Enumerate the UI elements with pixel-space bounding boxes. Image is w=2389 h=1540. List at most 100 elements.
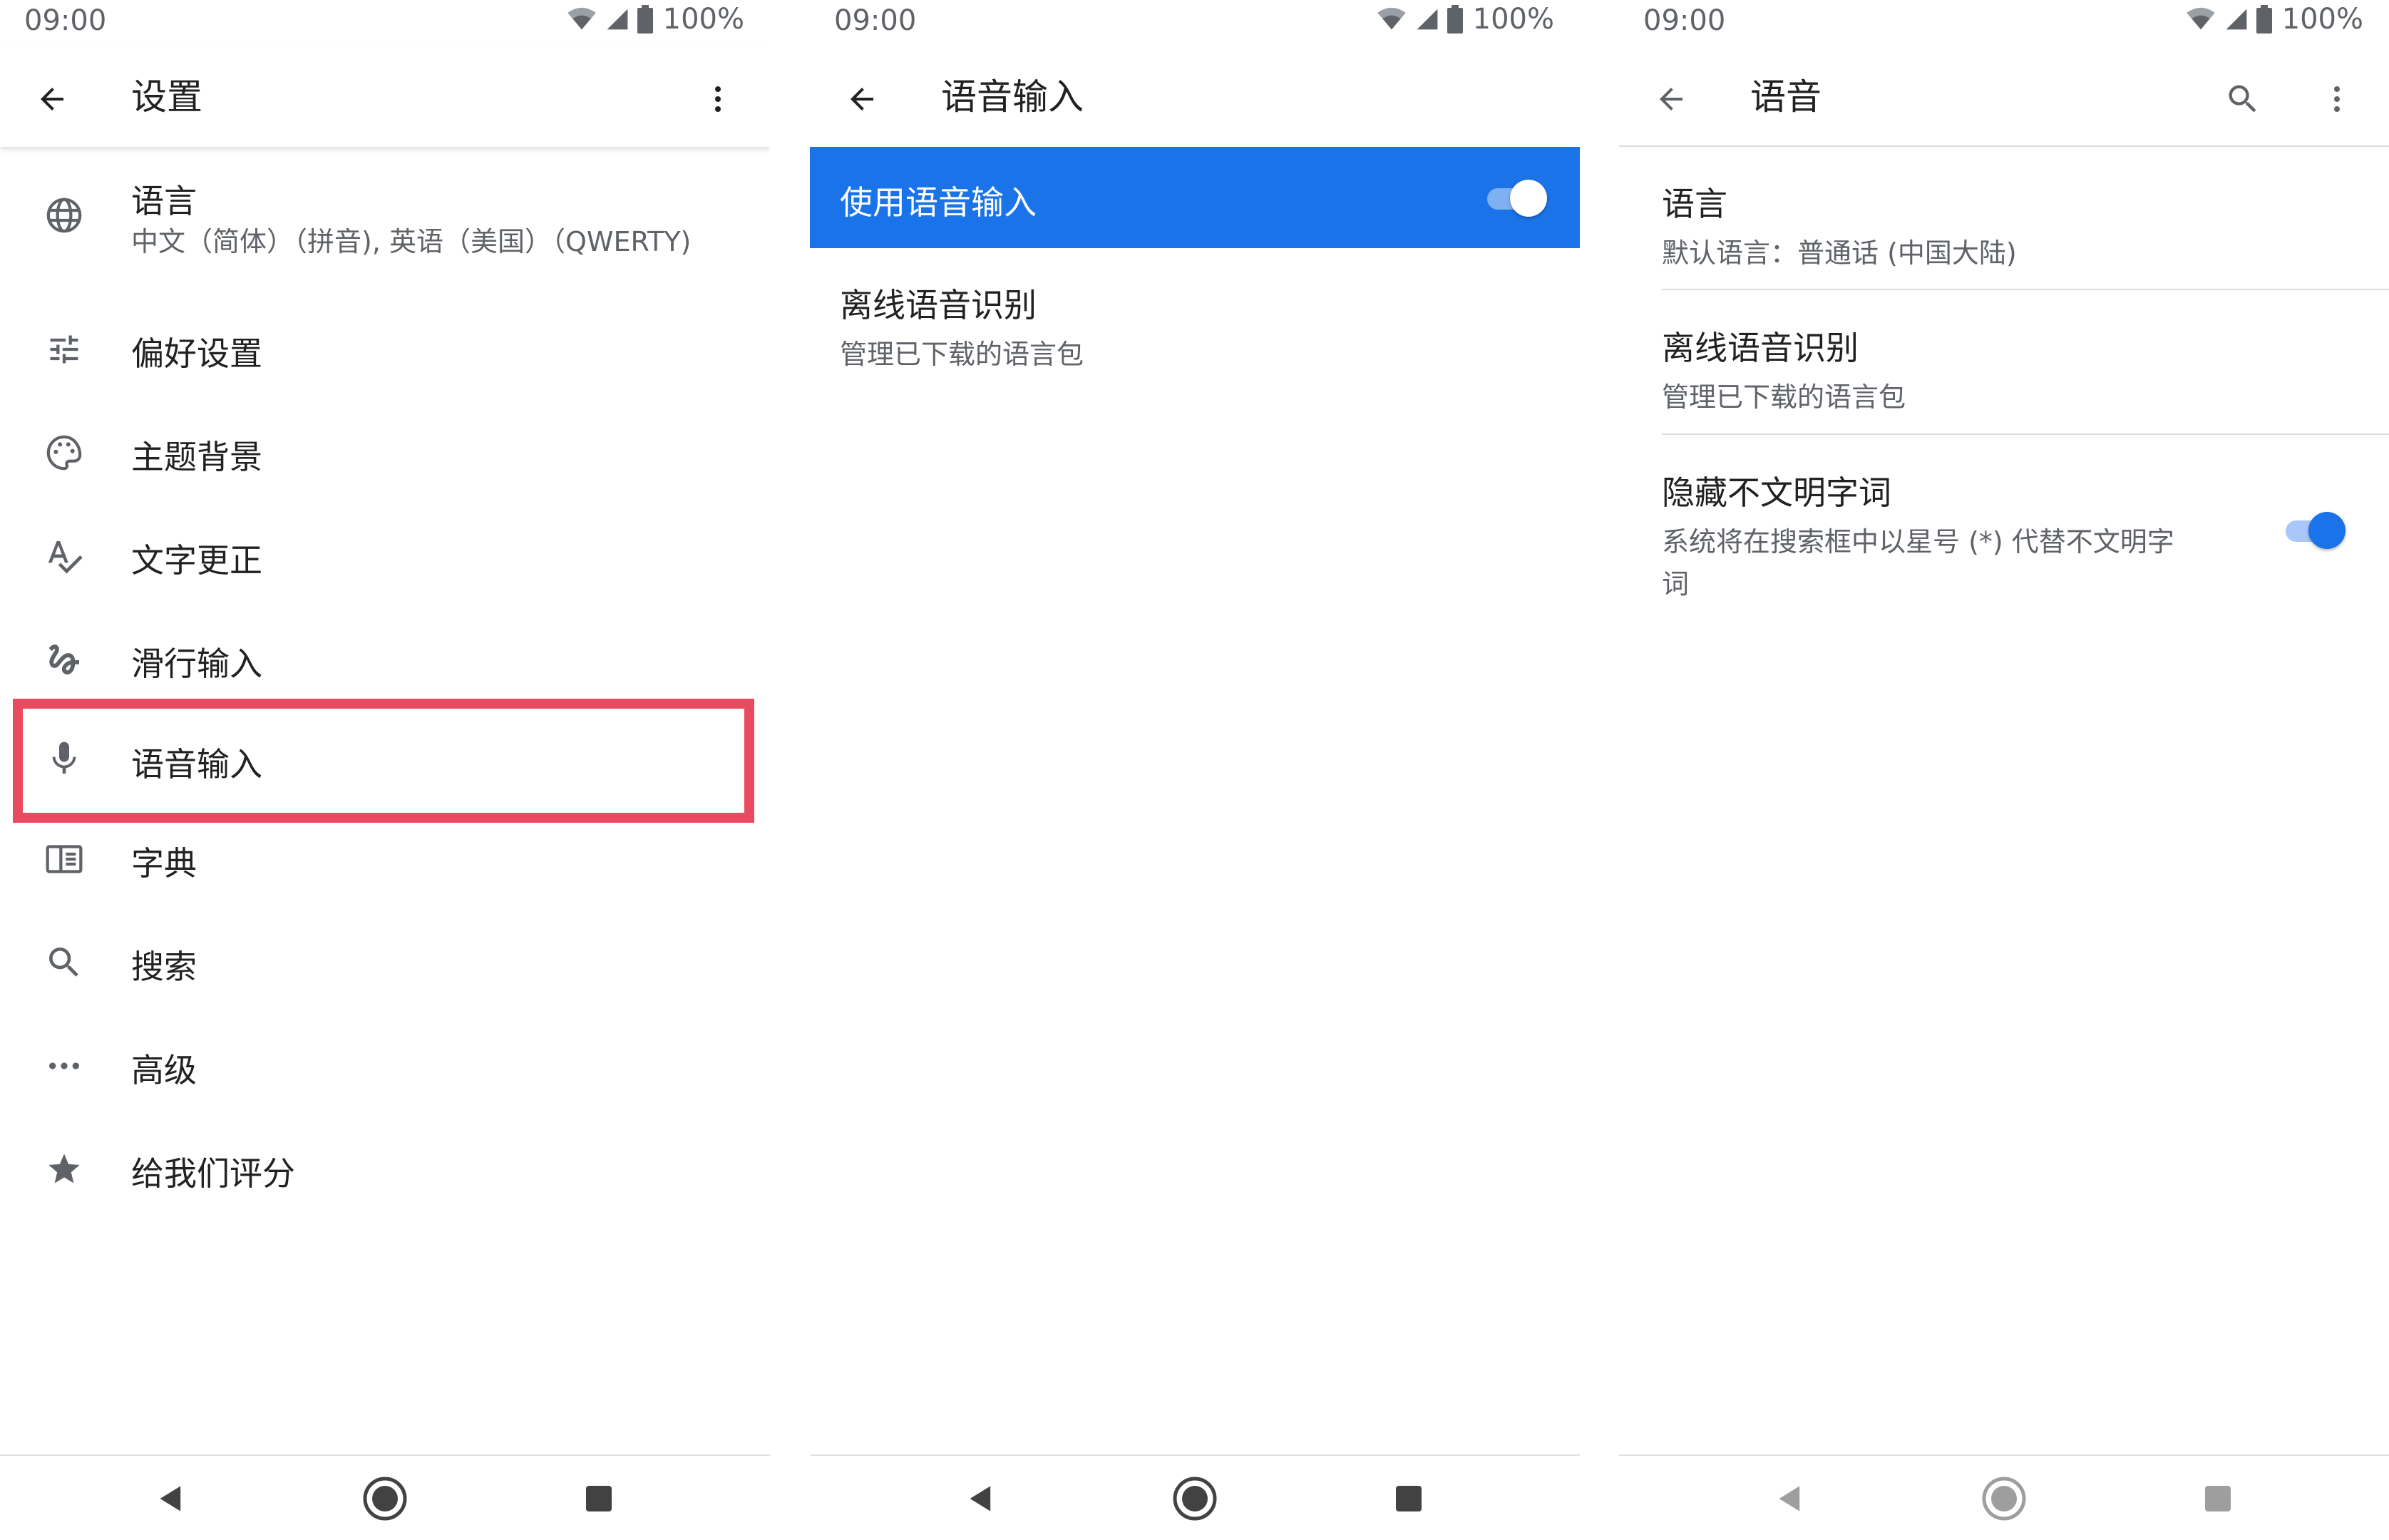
divider [1662,433,2389,435]
settings-item-preferences[interactable]: 偏好设置 [0,314,770,385]
settings-item-glide-typing[interactable]: 滑行输入 [0,624,770,695]
overflow-menu-button[interactable] [2312,74,2362,124]
signal-icon [1417,9,1438,30]
settings-item-title: 高级 [131,1051,197,1089]
battery-icon [637,5,653,34]
settings-item-title: 主题背景 [131,438,262,476]
tune-icon [43,328,86,371]
nav-recents-icon [1396,1486,1422,1511]
settings-item-advanced[interactable]: 高级 [0,1030,770,1102]
voice-panel: 09:00 100% 语音 语言 默认语言：普通话 (中国大陆) 离线语音识别 … [1619,0,2389,1540]
item-subtitle: 默认语言：普通话 (中国大陆) [1662,237,2017,269]
highlight-box [13,699,754,823]
battery-icon [2256,5,2272,34]
use-voice-input-toggle[interactable] [1481,177,1547,220]
signal-icon [2226,9,2247,30]
page-title: 语音 [1750,76,1822,118]
gesture-icon [43,638,86,681]
nav-recents-button[interactable] [2189,1470,2246,1527]
spellcheck-icon [43,535,86,578]
nav-recents-button[interactable] [570,1470,627,1527]
nav-home-icon [1982,1477,2026,1521]
status-time: 09:00 [1643,4,1726,37]
arrow-back-icon [1660,88,1682,111]
settings-item-rate-us[interactable]: 给我们评分 [0,1134,770,1205]
settings-item-theme[interactable]: 主题背景 [0,417,770,488]
item-title: 语言 [1662,185,1727,223]
nav-home-icon [1173,1477,1217,1521]
more-vert-icon [715,86,721,112]
status-bar: 09:00 100% [1619,0,2389,44]
use-voice-input-label: 使用语音输入 [840,183,1037,222]
offline-speech-recognition-item[interactable]: 离线语音识别 管理已下载的语言包 [840,279,1084,371]
nav-back-icon [160,1486,181,1511]
back-button[interactable] [1646,74,1696,124]
offline-speech-recognition-item[interactable]: 离线语音识别 管理已下载的语言包 [1662,322,1906,414]
battery-percent: 100% [2281,3,2363,36]
search-button[interactable] [2218,74,2268,124]
wifi-icon [567,7,596,30]
back-button[interactable] [837,74,887,124]
nav-recents-button[interactable] [1380,1470,1437,1527]
page-title: 语音输入 [941,76,1084,118]
star-icon [43,1148,86,1191]
settings-item-text-correction[interactable]: 文字更正 [0,520,770,592]
settings-item-title: 字典 [131,844,197,883]
item-subtitle: 管理已下载的语言包 [840,339,1084,370]
battery-percent: 100% [1472,3,1554,36]
more-vert-icon [2334,86,2340,112]
settings-item-title: 语言 [131,182,197,220]
signal-icon [607,9,628,30]
settings-item-title: 给我们评分 [131,1154,295,1193]
item-subtitle: 管理已下载的语言包 [1662,381,1906,413]
status-bar: 09:00 100% [0,0,770,44]
search-icon [43,941,86,984]
book-icon [43,838,86,881]
voice-input-panel: 09:00 100% 语音输入 使用语音输入 离线语音识别 管理已下载的语言包 [810,0,1580,1540]
wifi-icon [1377,7,1406,30]
nav-recents-icon [2205,1486,2231,1511]
overflow-menu-button[interactable] [693,74,743,124]
settings-item-dictionary[interactable]: 字典 [0,823,770,895]
nav-home-button[interactable] [1166,1470,1223,1527]
settings-item-search[interactable]: 搜索 [0,927,770,998]
hide-offensive-words-toggle[interactable] [2280,509,2346,552]
toggle-thumb [1510,180,1547,217]
divider [1662,289,2389,290]
nav-home-button[interactable] [356,1470,413,1527]
palette-icon [43,431,86,474]
language-item[interactable]: 语言 默认语言：普通话 (中国大陆) [1662,178,2017,270]
page-title: 设置 [131,76,202,118]
item-subtitle: 系统将在搜索框中以星号 (*) 代替不文明字 [1662,526,2174,558]
nav-home-button[interactable] [1976,1470,2033,1527]
status-icons: 100% [566,3,744,36]
battery-percent: 100% [662,3,744,36]
battery-icon [1447,5,1463,34]
back-button[interactable] [27,74,77,124]
wifi-icon [2186,7,2215,30]
nav-back-button[interactable] [952,1470,1009,1527]
settings-item-title: 文字更正 [131,541,262,580]
status-time: 09:00 [834,4,917,37]
status-bar: 09:00 100% [810,0,1580,44]
use-voice-input-row[interactable]: 使用语音输入 [810,147,1580,248]
app-bar: 设置 [0,44,770,147]
settings-item-language[interactable]: 语言 中文（简体）（拼音), 英语（美国）（QWERTY) [0,171,770,264]
navigation-bar [810,1454,1580,1540]
settings-panel: 09:00 100% 设置 语言 中文（简体）（拼音), 英语（美国）（QWER… [0,0,770,1540]
status-time: 09:00 [24,4,107,37]
arrow-back-icon [41,88,63,111]
nav-recents-icon [586,1486,612,1511]
nav-back-button[interactable] [1762,1470,1819,1527]
hide-offensive-words-item[interactable]: 隐藏不文明字词 系统将在搜索框中以星号 (*) 代替不文明字 词 [1662,467,2232,601]
app-bar: 语音 [1619,44,2389,147]
nav-home-icon [363,1477,407,1521]
item-subtitle-continued: 词 [1662,568,1690,600]
settings-item-subtitle: 中文（简体）（拼音), 英语（美国）（QWERTY) [131,226,692,257]
navigation-bar [0,1454,770,1540]
settings-item-title: 滑行输入 [131,645,262,683]
nav-back-button[interactable] [143,1470,200,1527]
nav-back-icon [1779,1486,1800,1511]
settings-item-title: 偏好设置 [131,334,262,373]
app-bar: 语音输入 [810,44,1580,147]
